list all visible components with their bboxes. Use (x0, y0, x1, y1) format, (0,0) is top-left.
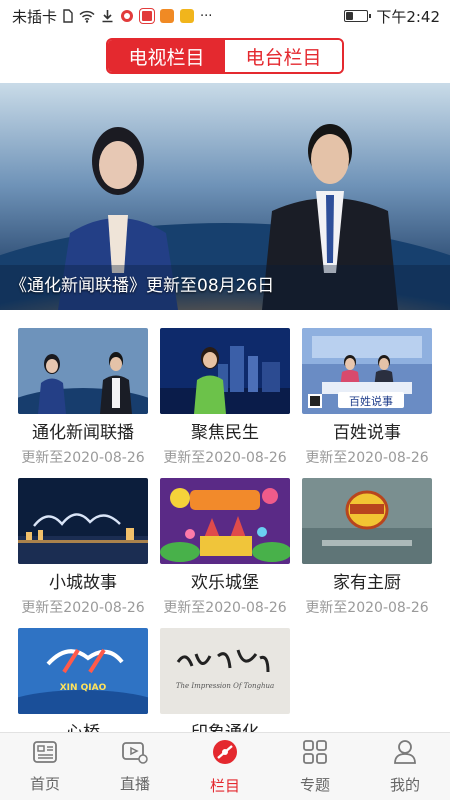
bottom-tab-bar: 首页 直播 栏目 专题 我的 (0, 732, 450, 800)
tab-radio-programs[interactable]: 电台栏目 (225, 40, 342, 72)
tab-profile[interactable]: 我的 (360, 733, 450, 800)
home-news-icon (32, 740, 58, 768)
program-thumbnail (18, 328, 148, 414)
program-card[interactable]: 百姓说事 百姓说事 更新至2020-08-26 (302, 328, 432, 467)
channel-type-toggle: 电视栏目 电台栏目 (0, 38, 450, 74)
program-card[interactable]: 家有主厨 更新至2020-08-26 (302, 478, 432, 617)
battery-icon (344, 10, 372, 22)
tab-columns[interactable]: 栏目 (180, 733, 270, 800)
calligraphy-subtitle: The Impression Of Tonghua (176, 682, 274, 690)
program-card[interactable]: XIN QIAO 心桥 (18, 628, 148, 747)
live-tv-icon (121, 740, 149, 768)
program-card[interactable]: 欢乐城堡 更新至2020-08-26 (160, 478, 290, 617)
clock-time: 下午2:42 (376, 7, 440, 26)
download-icon (101, 9, 114, 23)
program-update-date: 更新至2020-08-26 (163, 600, 287, 616)
sim-icon (63, 9, 73, 23)
tab-label: 我的 (389, 775, 420, 794)
wifi-icon (79, 10, 95, 23)
app-icon-red-square (139, 8, 156, 24)
program-update-date: 更新至2020-08-26 (21, 600, 145, 616)
program-card[interactable]: The Impression Of Tonghua 印象通化 (160, 628, 290, 747)
program-card[interactable]: 聚焦民生 更新至2020-08-26 (160, 328, 290, 467)
tab-topics[interactable]: 专题 (270, 733, 360, 800)
program-thumbnail (160, 478, 290, 564)
xinqiao-logo-text: XIN QIAO (60, 683, 107, 693)
program-thumbnail: XIN QIAO (18, 628, 148, 714)
program-card[interactable]: 通化新闻联播 更新至2020-08-26 (18, 328, 148, 467)
app-icon-red-circle (120, 9, 134, 23)
program-title: 通化新闻联播 (32, 423, 134, 443)
tab-home[interactable]: 首页 (0, 733, 90, 800)
tab-label: 首页 (29, 774, 60, 793)
program-title: 家有主厨 (333, 573, 401, 593)
tab-label: 直播 (119, 774, 150, 793)
program-card[interactable]: 小城故事 更新至2020-08-26 (18, 478, 148, 617)
program-title: 小城故事 (49, 573, 117, 593)
column-disc-icon (211, 738, 239, 770)
status-overflow-indicator: ··· (200, 8, 213, 24)
studio-talk-text: 百姓说事 (349, 394, 393, 408)
profile-icon (393, 739, 417, 769)
program-update-date: 更新至2020-08-26 (163, 450, 287, 466)
program-thumbnail (18, 478, 148, 564)
program-update-date: 更新至2020-08-26 (305, 450, 429, 466)
hero-caption: 《通化新闻联播》更新至08月26日 (10, 276, 275, 296)
hero-banner[interactable]: 《通化新闻联播》更新至08月26日 (0, 83, 450, 310)
program-title: 百姓说事 (333, 423, 401, 443)
program-thumbnail: 百姓说事 (302, 328, 432, 414)
tab-label: 专题 (299, 775, 330, 794)
app-icon-orange (160, 9, 175, 23)
program-update-date: 更新至2020-08-26 (21, 450, 145, 466)
carrier-text: 未插卡 (12, 7, 58, 26)
topic-grid-icon (302, 739, 328, 769)
program-thumbnail (160, 328, 290, 414)
tab-live[interactable]: 直播 (90, 733, 180, 800)
tab-label: 栏目 (209, 776, 240, 795)
app-icon-yellow (180, 9, 195, 23)
program-title: 欢乐城堡 (191, 573, 259, 593)
status-bar: 未插卡 ··· 下午2:42 (0, 0, 450, 32)
program-thumbnail (302, 478, 432, 564)
program-update-date: 更新至2020-08-26 (305, 600, 429, 616)
program-thumbnail: The Impression Of Tonghua (160, 628, 290, 714)
program-title: 聚焦民生 (191, 423, 259, 443)
tab-tv-programs[interactable]: 电视栏目 (108, 40, 225, 72)
